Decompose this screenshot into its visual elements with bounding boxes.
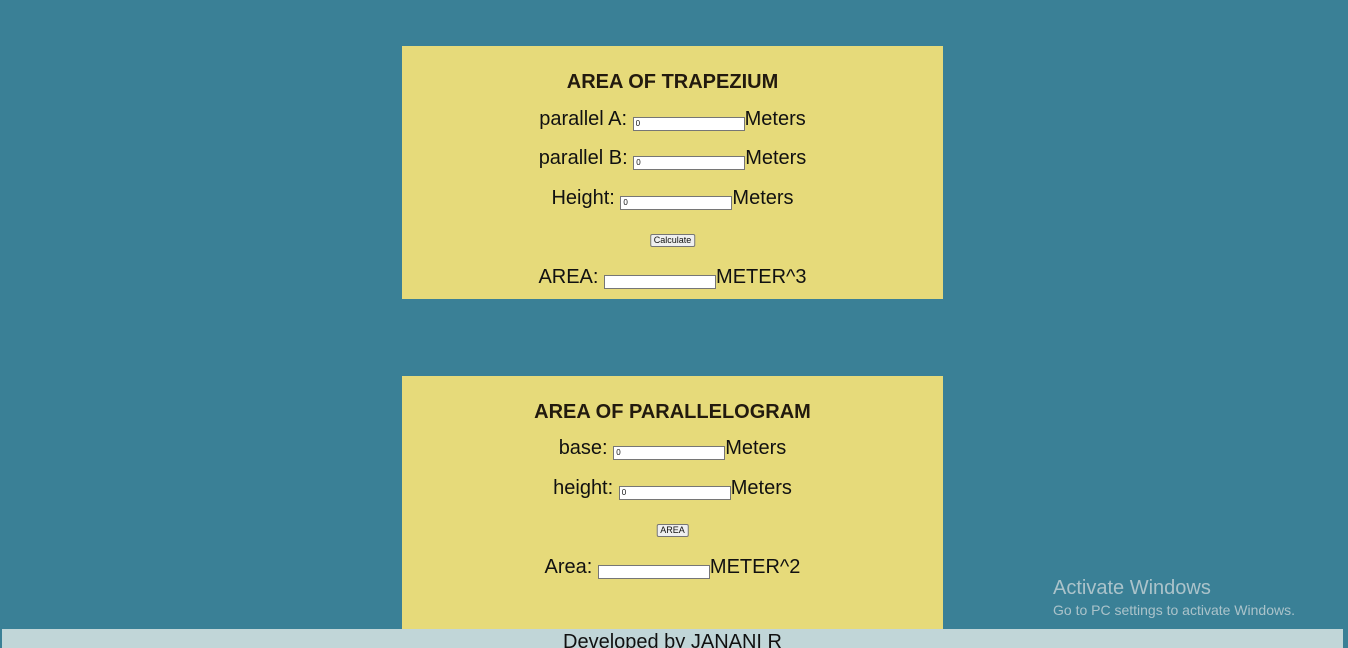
trapezium-height-input[interactable]: [620, 195, 733, 210]
activate-windows-watermark: Activate Windows Go to PC settings to ac…: [1053, 576, 1295, 620]
base-label: base:: [558, 437, 608, 459]
parallelogram-title: AREA OF PARALLELOGRAM: [534, 401, 811, 423]
trapezium-result-label: AREA:: [538, 266, 599, 288]
parallelogram-height-row: height: Meters: [402, 476, 943, 500]
parallel-b-label: parallel B:: [538, 147, 628, 169]
parallel-b-input[interactable]: [633, 155, 746, 170]
trapezium-card: AREA OF TRAPEZIUM parallel A: Meters par…: [402, 46, 943, 299]
parallelogram-height-input[interactable]: [618, 485, 731, 500]
parallelogram-height-label: height:: [553, 477, 614, 499]
parallel-a-label: parallel A:: [539, 108, 628, 130]
area-button[interactable]: AREA: [656, 524, 689, 537]
trapezium-title: AREA OF TRAPEZIUM: [566, 71, 779, 93]
footer: Developed by JANANI R: [2, 629, 1343, 648]
watermark-subtitle: Go to PC settings to activate Windows.: [1053, 602, 1295, 618]
calculate-button[interactable]: Calculate: [649, 234, 696, 247]
base-row: base: Meters: [402, 436, 943, 460]
trapezium-height-label: Height:: [551, 187, 615, 209]
parallelogram-result-unit: METER^2: [709, 556, 801, 578]
parallelogram-height-unit: Meters: [730, 477, 792, 499]
trapezium-result-row: AREA: METER^3: [402, 265, 943, 289]
parallel-b-unit: Meters: [745, 147, 807, 169]
parallel-a-row: parallel A: Meters: [402, 107, 943, 131]
parallelogram-result-output[interactable]: [597, 564, 710, 579]
parallelogram-result-row: Area: METER^2: [402, 555, 943, 579]
trapezium-height-row: Height: Meters: [402, 186, 943, 210]
parallelogram-card: AREA OF PARALLELOGRAM base: Meters heigh…: [402, 376, 943, 630]
parallel-b-row: parallel B: Meters: [402, 146, 943, 170]
parallel-a-unit: Meters: [744, 108, 806, 130]
trapezium-result-unit: METER^3: [716, 266, 807, 288]
page: AREA OF TRAPEZIUM parallel A: Meters par…: [0, 0, 1348, 648]
footer-credit: Developed by JANANI R: [563, 631, 782, 648]
trapezium-result-output[interactable]: [604, 274, 717, 289]
trapezium-height-unit: Meters: [732, 187, 794, 209]
parallel-a-input[interactable]: [632, 116, 745, 131]
base-input[interactable]: [613, 445, 726, 460]
parallelogram-result-label: Area:: [544, 556, 593, 578]
base-unit: Meters: [725, 437, 787, 459]
watermark-title: Activate Windows: [1053, 577, 1211, 599]
